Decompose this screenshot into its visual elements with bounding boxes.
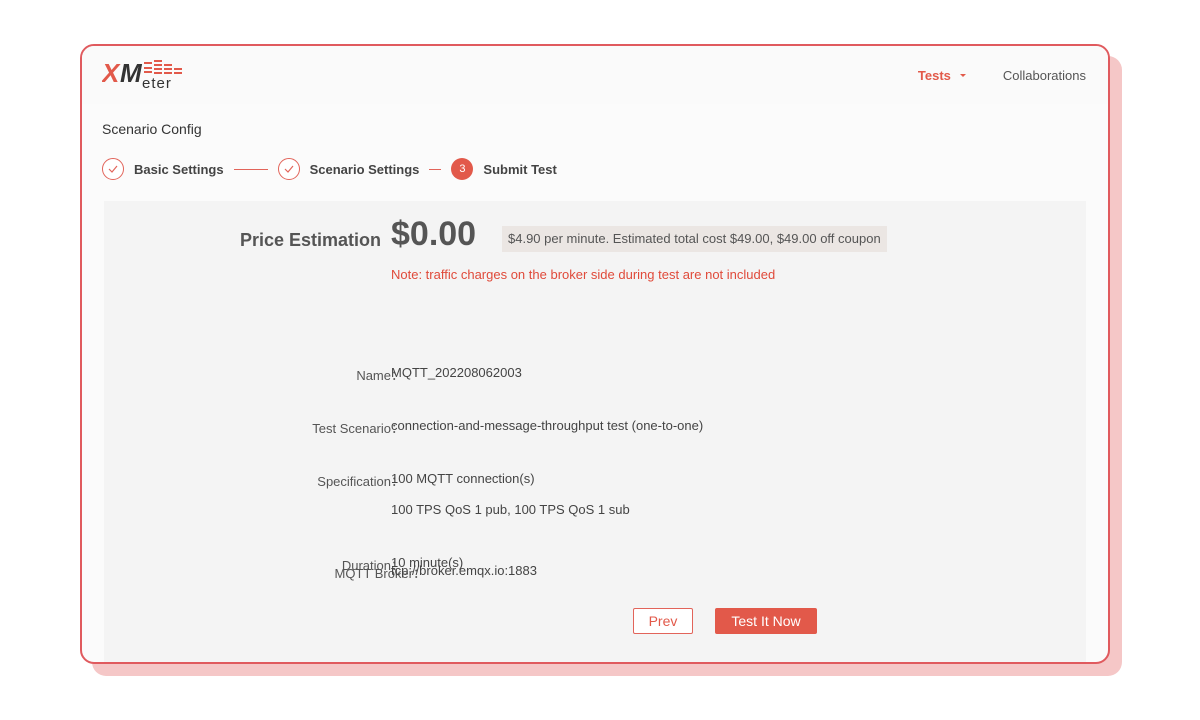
step-connector bbox=[429, 168, 442, 170]
svg-text:eter: eter bbox=[142, 75, 172, 92]
page-title: Scenario Config bbox=[102, 121, 202, 137]
price-detail-badge: $4.90 per minute. Estimated total cost $… bbox=[502, 226, 887, 252]
price-estimation-label: Price Estimation bbox=[239, 230, 381, 250]
nav-collaborations[interactable]: Collaborations bbox=[1003, 68, 1086, 83]
nav-tests-menu[interactable]: Tests bbox=[918, 68, 966, 83]
step-number: 3 bbox=[451, 158, 474, 180]
step-connector bbox=[233, 168, 268, 170]
step-basic-settings[interactable]: Basic Settings bbox=[102, 158, 224, 180]
prev-button[interactable]: Prev bbox=[633, 608, 693, 634]
test-it-now-button[interactable]: Test It Now bbox=[715, 608, 817, 634]
step-scenario-settings[interactable]: Scenario Settings bbox=[277, 158, 420, 180]
stage: X M eter Tests Collaborations Scenario C… bbox=[0, 0, 1200, 720]
test-scenario-value: connection-and-message-throughput test (… bbox=[391, 418, 704, 433]
name-value: MQTT_202208062003 bbox=[391, 365, 522, 380]
mqtt-broker-value: tcp://broker.emqx.io:1883 bbox=[391, 563, 537, 578]
step-submit-test[interactable]: 3 Submit Test bbox=[451, 158, 557, 180]
specification-throughput: 100 TPS QoS 1 pub, 100 TPS QoS 1 sub bbox=[391, 502, 630, 517]
specification-connections: 100 MQTT connection(s) bbox=[391, 471, 535, 486]
svg-text:X: X bbox=[102, 58, 121, 88]
nav-tests-label: Tests bbox=[917, 68, 951, 83]
caret-down-icon bbox=[959, 74, 966, 77]
step-label: Submit Test bbox=[483, 161, 557, 177]
step-label: Basic Settings bbox=[134, 161, 224, 177]
svg-text:M: M bbox=[120, 58, 143, 88]
top-navigation-bar: X M eter Tests Collaborations bbox=[82, 46, 1108, 104]
app-window: X M eter Tests Collaborations Scenario C… bbox=[80, 44, 1110, 664]
main-nav: Tests Collaborations bbox=[918, 68, 1086, 83]
price-value: $0.00 bbox=[391, 215, 477, 253]
check-icon bbox=[277, 158, 300, 180]
submit-test-panel: Price Estimation $0.00 $4.90 per minute.… bbox=[104, 201, 1086, 662]
stepper: Basic Settings Scenario Settings 3 Submi… bbox=[102, 158, 557, 180]
traffic-charges-note: Note: traffic charges on the broker side… bbox=[391, 267, 776, 282]
check-icon bbox=[102, 158, 124, 180]
xmeter-logo[interactable]: X M eter bbox=[102, 58, 192, 92]
step-label: Scenario Settings bbox=[309, 161, 420, 177]
